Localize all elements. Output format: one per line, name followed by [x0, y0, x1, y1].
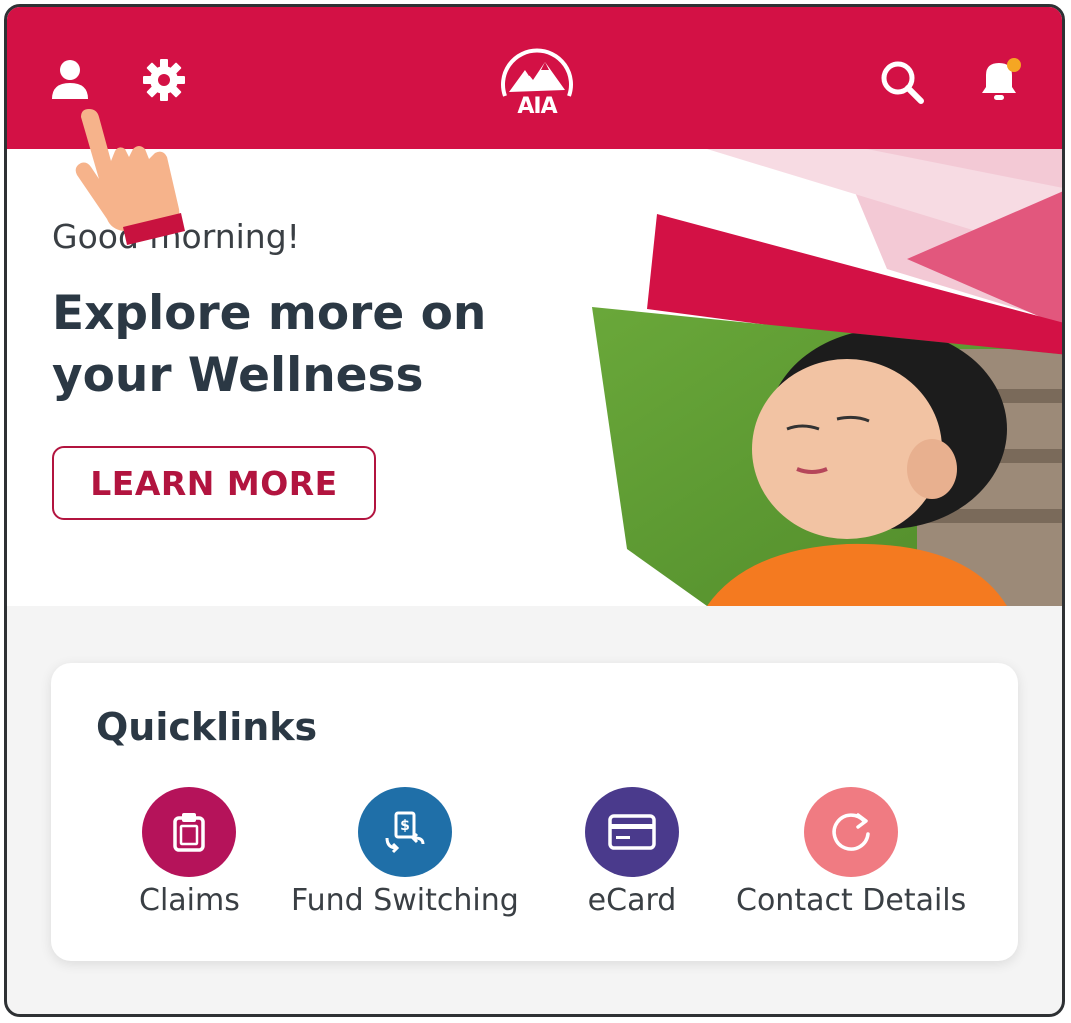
profile-icon: [52, 60, 88, 99]
refresh-icon: [804, 787, 899, 877]
hero-headline: Explore more on your Wellness: [52, 286, 487, 403]
quicklink-label: Contact Details: [736, 883, 967, 918]
quicklink-label: eCard: [587, 883, 677, 918]
learn-more-button[interactable]: LEARN MORE: [52, 446, 376, 520]
app-frame: AIA Good morning! Explore more on your W…: [4, 4, 1065, 1017]
notification-bell-icon: [982, 58, 1021, 100]
aia-logo: AIA: [494, 39, 580, 125]
logo-text: AIA: [517, 94, 557, 119]
quicklink-claims[interactable]: Claims: [139, 787, 240, 918]
quicklinks-title: Quicklinks: [96, 705, 318, 749]
quicklink-label: Fund Switching: [291, 883, 519, 918]
quicklink-contact-details[interactable]: Contact Details: [736, 787, 966, 918]
notification-dot: [1007, 58, 1021, 72]
profile-button[interactable]: [45, 55, 95, 105]
clipboard-icon: [142, 787, 237, 877]
search-icon: [881, 61, 924, 104]
settings-icon: [143, 59, 185, 101]
svg-text:$: $: [400, 818, 410, 834]
settings-button[interactable]: [139, 55, 189, 105]
quicklink-ecard[interactable]: eCard: [585, 787, 679, 918]
quicklink-fund-switching[interactable]: $ Fund Switching: [291, 787, 519, 918]
card-icon: [585, 787, 679, 877]
tap-hint-hand-icon: [75, 109, 185, 245]
search-button[interactable]: [877, 57, 927, 107]
quicklinks-card: Quicklinks Claims $ Fund Switching eCard…: [51, 663, 1018, 961]
fund-switch-icon: $: [357, 787, 452, 877]
notifications-button[interactable]: [972, 53, 1026, 107]
quicklink-label: Claims: [139, 883, 240, 918]
